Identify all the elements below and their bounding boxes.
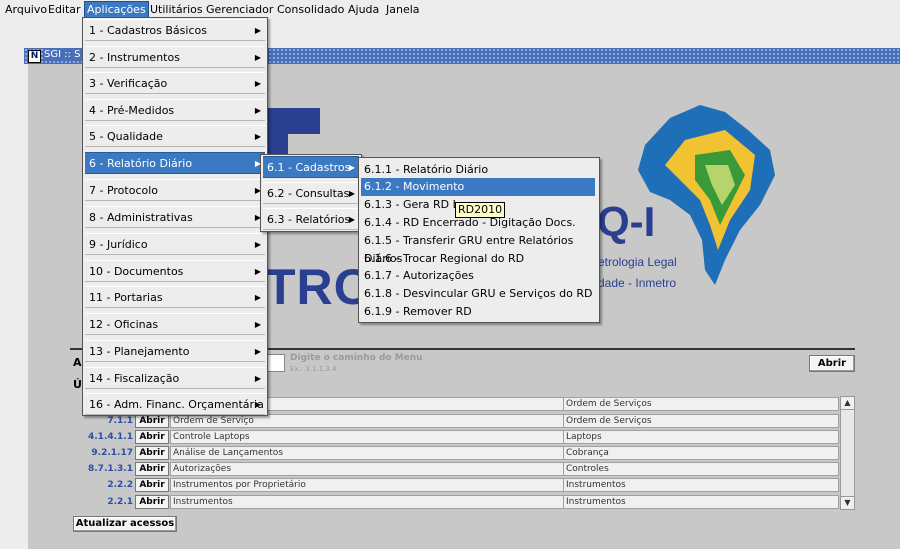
brazil-map-icon	[638, 105, 775, 285]
submenu-arrow-icon: ▶	[254, 374, 261, 383]
scroll-down-icon[interactable]: ▼	[841, 496, 854, 509]
menu-item-oficinas[interactable]: 12 - Oficinas ▶	[85, 313, 265, 335]
submenu-arrow-icon: ▶	[254, 400, 261, 409]
scroll-up-icon[interactable]: ▲	[841, 397, 854, 410]
row-group: Laptops	[563, 430, 839, 444]
menu-item-remover-rd[interactable]: 6.1.9 - Remover RD	[361, 303, 595, 321]
row-code: 2.2.1	[107, 497, 133, 507]
menu-item-protocolo[interactable]: 7 - Protocolo ▶	[85, 179, 265, 201]
row-code: 4.1.4.1.1	[88, 432, 133, 442]
submenu-arrow-icon: ▶	[254, 267, 261, 276]
table-row: 2.2.2 Abrir Instrumentos por Proprietári…	[70, 478, 840, 492]
row-code: 2.2.2	[107, 480, 133, 490]
submenu-arrow-icon: ▶	[254, 79, 261, 88]
row-open-button[interactable]: Abrir	[135, 414, 169, 428]
submenu-arrow-icon: ▶	[254, 347, 261, 356]
path-hint: Digite o caminho do Menu	[290, 353, 423, 363]
submenu-arrow-icon: ▶	[254, 240, 261, 249]
row-open-button[interactable]: Abrir	[135, 495, 169, 509]
menu-item-relatorio-diario[interactable]: 6 - Relatório Diário ▶	[85, 152, 265, 174]
menu-item-trocar-regional[interactable]: 6.1.6 - Trocar Regional do RD	[361, 250, 595, 268]
row-name: Análise de Lançamentos	[170, 446, 564, 460]
submenu-arrow-icon: ▶	[254, 26, 261, 35]
menu-aplicacoes[interactable]: Aplicações	[84, 1, 149, 18]
row-group: Instrumentos	[563, 495, 839, 509]
table-row: 2.2.1 Abrir Instrumentos Instrumentos	[70, 495, 840, 509]
menu-item-documentos[interactable]: 10 - Documentos ▶	[85, 260, 265, 282]
submenu-arrow-icon: ▶	[254, 293, 261, 302]
tooltip: RD2010	[455, 202, 506, 218]
menu-item-instrumentos[interactable]: 2 - Instrumentos ▶	[85, 46, 265, 68]
submenu-arrow-icon: ▶	[348, 163, 355, 172]
menu-consolidado[interactable]: Consolidado	[275, 2, 346, 17]
table-row: 4.1.4.1.1 Abrir Controle Laptops Laptops	[70, 430, 840, 444]
window-title: SGI :: S	[44, 49, 85, 60]
menu-item-autorizacoes[interactable]: 6.1.7 - Autorizações	[361, 267, 595, 285]
menu-item-pre-medidos[interactable]: 4 - Pré-Medidos ▶	[85, 99, 265, 121]
menu-gerenciador[interactable]: Gerenciador	[204, 2, 275, 17]
cadastros-submenu: 6.1.1 - Relatório Diário 6.1.2 - Movimen…	[358, 157, 600, 323]
applications-menu: 1 - Cadastros Básicos ▶ 2 - Instrumentos ▶…	[82, 17, 268, 416]
row-name: Instrumentos	[170, 495, 564, 509]
submenu-arrow-icon: ▶	[254, 132, 261, 141]
update-access-button[interactable]: Atualizar acessos	[73, 516, 177, 532]
menu-utilitarios[interactable]: Utilitários	[148, 2, 205, 17]
rows-scrollbar[interactable]: ▲ ▼	[840, 396, 855, 510]
menu-item-qualidade[interactable]: 5 - Qualidade ▶	[85, 125, 265, 147]
row-name: Ordem de Serviço	[170, 414, 564, 428]
row-group: Controles	[563, 462, 839, 476]
row-name: Controle Laptops	[170, 430, 564, 444]
row-open-button[interactable]: Abrir	[135, 430, 169, 444]
row-group: Instrumentos	[563, 478, 839, 492]
row-code: 8.7.1.3.1	[88, 464, 133, 474]
window-app-icon: N	[28, 50, 41, 63]
menu-item-consultas[interactable]: 6.2 - Consultas ▶	[263, 182, 359, 204]
table-row: 7.1.1 Abrir Ordem de Serviço Ordem de Se…	[70, 414, 840, 428]
menu-item-desvincular-gru[interactable]: 6.1.8 - Desvincular GRU e Serviços do RD	[361, 285, 595, 303]
submenu-arrow-icon: ▶	[348, 189, 355, 198]
menu-item-relatorios[interactable]: 6.3 - Relatórios ▶	[263, 208, 359, 230]
row-group: Ordem de Serviços	[563, 397, 839, 411]
menu-item-relatorio-diario-cad[interactable]: 6.1.1 - Relatório Diário	[361, 161, 595, 179]
menu-item-portarias[interactable]: 11 - Portarias ▶	[85, 286, 265, 308]
menu-item-juridico[interactable]: 9 - Jurídico ▶	[85, 233, 265, 255]
menu-item-transferir-gru[interactable]: 6.1.5 - Transferir GRU entre Relatórios …	[361, 232, 595, 265]
menu-item-planejamento[interactable]: 13 - Planejamento ▶	[85, 340, 265, 362]
menu-path-input[interactable]	[265, 354, 285, 372]
submenu-arrow-icon: ▶	[254, 53, 261, 62]
menu-item-administrativas[interactable]: 8 - Administrativas ▶	[85, 206, 265, 228]
menu-janela[interactable]: Janela	[384, 2, 422, 17]
recent-label: Ú	[73, 378, 82, 391]
open-path-button[interactable]: Abrir	[809, 355, 855, 372]
table-row: 8.7.1.3.1 Abrir Autorizações Controles	[70, 462, 840, 476]
submenu-arrow-icon: ▶	[254, 320, 261, 329]
menu-item-cadastros-basicos[interactable]: 1 - Cadastros Básicos ▶	[85, 19, 265, 41]
submenu-arrow-icon: ▶	[254, 106, 261, 115]
row-code: 9.2.1.17	[91, 448, 133, 458]
submenu-arrow-icon: ▶	[348, 215, 355, 224]
menu-editar[interactable]: Editar	[46, 2, 83, 17]
menu-item-verificacao[interactable]: 3 - Verificação ▶	[85, 72, 265, 94]
path-example: Ex.: 3.1.1.3.4	[290, 365, 337, 373]
relatorio-diario-submenu: 6.1 - Cadastros ▶ 6.2 - Consultas ▶ 6.3 - …	[260, 154, 362, 232]
menu-ajuda[interactable]: Ajuda	[346, 2, 381, 17]
row-name: Autorizações	[170, 462, 564, 476]
menu-item-fiscalizacao[interactable]: 14 - Fiscalização ▶	[85, 367, 265, 389]
row-open-button[interactable]: Abrir	[135, 446, 169, 460]
row-name: Instrumentos por Proprietário	[170, 478, 564, 492]
table-row: 9.2.1.17 Abrir Análise de Lançamentos Co…	[70, 446, 840, 460]
row-open-button[interactable]: Abrir	[135, 462, 169, 476]
menu-item-cadastros[interactable]: 6.1 - Cadastros ▶	[263, 156, 359, 178]
row-group: Cobrança	[563, 446, 839, 460]
menu-arquivo[interactable]: Arquivo	[3, 2, 49, 17]
menu-item-adm-financ[interactable]: 16 - Adm. Financ. Orçamentária ▶	[85, 393, 265, 415]
logo-block	[268, 108, 320, 134]
row-group: Ordem de Serviços	[563, 414, 839, 428]
row-code: 7.1.1	[107, 416, 133, 426]
row-open-button[interactable]: Abrir	[135, 478, 169, 492]
menu-item-movimento[interactable]: 6.1.2 - Movimento	[361, 178, 595, 196]
